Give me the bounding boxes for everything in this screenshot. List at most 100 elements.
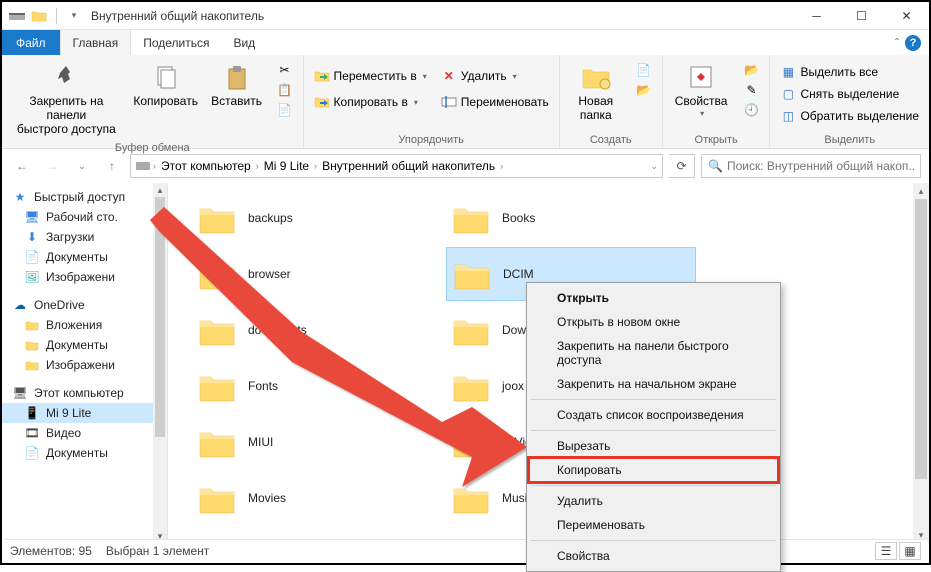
sidebar-item[interactable]: Документы	[2, 335, 167, 355]
paste-button[interactable]: Вставить	[207, 57, 267, 113]
sidebar-item[interactable]: Вложения	[2, 315, 167, 335]
ctx-copy[interactable]: Копировать	[529, 458, 778, 482]
ctx-cut[interactable]: Вырезать	[529, 434, 778, 458]
folder-name: backups	[248, 211, 293, 225]
group-select-label: Выделить	[776, 132, 923, 148]
delete-icon: ✕	[441, 68, 457, 84]
folder-item[interactable]: documents	[192, 303, 442, 357]
sidebar-this-pc[interactable]: 🖥Этот компьютер	[2, 383, 167, 403]
copy-icon	[150, 61, 182, 93]
new-folder-button[interactable]: Новая папка	[566, 57, 626, 127]
tab-share[interactable]: Поделиться	[131, 30, 221, 55]
breadcrumb-segment[interactable]: Внутренний общий накопитель	[319, 159, 498, 173]
ctx-pin-start[interactable]: Закрепить на начальном экране	[529, 372, 778, 396]
folder-item[interactable]: Movies	[192, 471, 442, 525]
maximize-button[interactable]: ☐	[839, 2, 884, 30]
edit-small-button[interactable]: ✎	[739, 81, 763, 99]
shortcut-icon: 📄	[277, 102, 293, 118]
copyto-icon	[314, 94, 330, 110]
properties-icon	[685, 61, 717, 93]
folder-item[interactable]: MIUI	[192, 415, 442, 469]
rename-button[interactable]: Переименовать	[437, 93, 553, 111]
sidebar-scrollbar[interactable]: ▴▾	[153, 183, 167, 543]
ctx-properties[interactable]: Свойства	[529, 544, 778, 568]
ctx-open[interactable]: Открыть	[529, 286, 778, 310]
search-box[interactable]: 🔍	[701, 154, 921, 178]
sidebar-item-documents2[interactable]: 📄Документы	[2, 443, 167, 463]
properties-button[interactable]: Свойства▾	[669, 57, 734, 122]
newitem-small-button[interactable]: 📄	[632, 61, 656, 79]
pc-icon: 🖥	[12, 385, 28, 401]
ctx-rename[interactable]: Переименовать	[529, 513, 778, 537]
folder-item[interactable]: browser	[192, 247, 442, 301]
address-dropdown-icon[interactable]: ⌄	[650, 161, 658, 172]
sidebar-item-videos[interactable]: 🎞Видео	[2, 423, 167, 443]
address-bar[interactable]: › Этот компьютер› Mi 9 Lite› Внутренний …	[130, 154, 663, 178]
delete-button[interactable]: ✕Удалить▾	[437, 67, 553, 85]
minimize-button[interactable]: ─	[794, 2, 839, 30]
status-bar: Элементов: 95 Выбран 1 элемент ☰ ▦	[4, 539, 927, 561]
sidebar-item-downloads[interactable]: ⬇Загрузки	[2, 227, 167, 247]
folder-item[interactable]: backups	[192, 191, 442, 245]
pin-quickaccess-button[interactable]: Закрепить на панели быстрого доступа	[8, 57, 125, 140]
ctx-delete[interactable]: Удалить	[529, 489, 778, 513]
refresh-button[interactable]: ⟳	[669, 154, 695, 178]
select-none-button[interactable]: ▢Снять выделение	[776, 85, 923, 103]
ctx-pin-quick[interactable]: Закрепить на панели быстрого доступа	[529, 334, 778, 372]
close-button[interactable]: ✕	[884, 2, 929, 30]
tab-view[interactable]: Вид	[221, 30, 267, 55]
moveto-icon	[314, 68, 330, 84]
copy-to-button[interactable]: Копировать в▾	[310, 93, 431, 111]
folder-name: Movies	[248, 491, 286, 505]
sidebar-item[interactable]: Изображени	[2, 355, 167, 375]
ctx-create-playlist[interactable]: Создать список воспроизведения	[529, 403, 778, 427]
folder-name: joox	[502, 379, 524, 393]
folder-item[interactable]: Books	[446, 191, 696, 245]
qat-dropdown-icon[interactable]: ▾	[65, 7, 83, 25]
group-organize-label: Упорядочить	[310, 132, 553, 148]
back-button[interactable]: ←	[10, 154, 34, 178]
open-small-button[interactable]: 📂	[739, 61, 763, 79]
sidebar-onedrive[interactable]: ☁OneDrive	[2, 295, 167, 315]
folder-icon	[24, 337, 40, 353]
select-invert-button[interactable]: ◫Обратить выделение	[776, 107, 923, 125]
cut-small-button[interactable]: ✂	[273, 61, 297, 79]
selectinvert-icon: ◫	[780, 108, 796, 124]
breadcrumb-segment[interactable]: Этот компьютер	[158, 159, 254, 173]
ribbon-collapse-icon[interactable]: ˆ	[895, 36, 899, 50]
forward-button[interactable]: →	[40, 154, 64, 178]
move-to-button[interactable]: Переместить в▾	[310, 67, 431, 85]
sidebar-item-pictures[interactable]: 🖼Изображени	[2, 267, 167, 287]
history-small-button[interactable]: 🕘	[739, 101, 763, 119]
search-input[interactable]	[727, 159, 914, 173]
easyaccess-small-button[interactable]: 📂	[632, 81, 656, 99]
search-icon: 🔍	[708, 159, 723, 173]
copypath-small-button[interactable]: 📋	[273, 81, 297, 99]
window-title: Внутренний общий накопитель	[83, 9, 794, 23]
group-new-label: Создать	[566, 132, 656, 148]
copy-button[interactable]: Копировать	[131, 57, 201, 113]
tab-file[interactable]: Файл	[2, 30, 60, 55]
sidebar-quick-access[interactable]: ★Быстрый доступ	[2, 187, 167, 207]
context-menu: Открыть Открыть в новом окне Закрепить н…	[526, 282, 781, 572]
view-icons-button[interactable]: ▦	[899, 542, 921, 560]
breadcrumb-segment[interactable]: Mi 9 Lite	[261, 159, 312, 173]
sidebar-item-mi9lite[interactable]: 📱Mi 9 Lite	[2, 403, 167, 423]
content-scrollbar[interactable]: ▴▾	[913, 183, 929, 543]
video-icon: 🎞	[24, 425, 40, 441]
pasteshortcut-small-button[interactable]: 📄	[273, 101, 297, 119]
ctx-open-new-window[interactable]: Открыть в новом окне	[529, 310, 778, 334]
status-selected: Выбран 1 элемент	[106, 544, 209, 558]
scissors-icon: ✂	[277, 62, 293, 78]
up-button[interactable]: ↑	[100, 154, 124, 178]
select-all-button[interactable]: ▦Выделить все	[776, 63, 923, 81]
ribbon-tabs: Файл Главная Поделиться Вид ˆ ?	[2, 30, 929, 55]
view-details-button[interactable]: ☰	[875, 542, 897, 560]
tab-home[interactable]: Главная	[60, 30, 132, 55]
folder-name: browser	[248, 267, 291, 281]
sidebar-item-desktop[interactable]: 🖥Рабочий сто.	[2, 207, 167, 227]
help-icon[interactable]: ?	[905, 35, 921, 51]
recent-dropdown[interactable]: ⌄	[70, 154, 94, 178]
folder-item[interactable]: Fonts	[192, 359, 442, 413]
sidebar-item-documents[interactable]: 📄Документы	[2, 247, 167, 267]
